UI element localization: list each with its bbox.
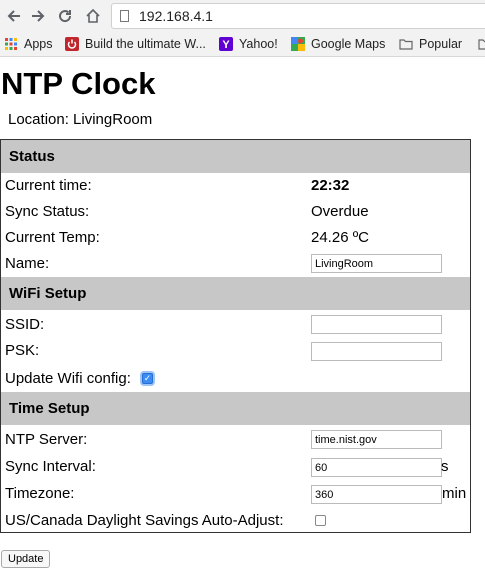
ssid-input[interactable]	[311, 315, 442, 334]
page-title: NTP Clock	[1, 66, 156, 101]
name-label: Name:	[5, 255, 50, 272]
wifi-setup-header: WiFi Setup	[1, 277, 470, 310]
bookmark-label: Yahoo!	[239, 37, 278, 51]
bookmark-label: Popular	[419, 37, 463, 51]
timezone-input[interactable]	[311, 485, 442, 504]
home-icon[interactable]	[83, 6, 103, 26]
reload-icon[interactable]	[55, 6, 75, 26]
bookmark-apps[interactable]: Apps	[4, 36, 53, 52]
bookmark-yahoo[interactable]: Y Yahoo!	[219, 36, 278, 52]
sync-status-label: Sync Status:	[5, 203, 90, 220]
apps-grid-icon	[5, 38, 17, 50]
bookmark-label: Build the ultimate W...	[85, 37, 206, 51]
section-title: WiFi Setup	[9, 285, 87, 302]
settings-panel: Status Current time: 22:32 Sync Status: …	[0, 139, 471, 533]
svg-text:Y: Y	[222, 39, 230, 51]
current-temp-value: 24.26 ºC	[311, 229, 370, 246]
current-time-value: 22:32	[311, 177, 350, 194]
bookmark-label: Apps	[24, 37, 53, 51]
bookmark-google-maps[interactable]: Google Maps	[291, 36, 385, 52]
sync-interval-unit: s	[441, 458, 449, 475]
sync-interval-label: Sync Interval:	[5, 458, 96, 475]
page-icon	[120, 10, 129, 22]
psk-label: PSK:	[5, 342, 40, 359]
folder-icon	[478, 39, 485, 50]
section-title: Time Setup	[9, 400, 90, 417]
bookmark-folder-overflow[interactable]	[478, 36, 485, 52]
time-setup-header: Time Setup	[1, 392, 470, 425]
update-button[interactable]: Update	[1, 550, 51, 568]
power-icon	[65, 37, 79, 51]
browser-toolbar: 192.168.4.1	[0, 0, 485, 32]
address-bar[interactable]: 192.168.4.1	[111, 3, 485, 29]
section-title: Status	[9, 148, 55, 165]
ssid-label: SSID:	[5, 316, 45, 333]
update-wifi-label: Update Wifi config:	[5, 370, 131, 387]
bookmarks-bar: Apps Build the ultimate W... Y Yahoo! Go…	[0, 32, 485, 57]
back-arrow-icon[interactable]	[4, 6, 24, 26]
ntp-server-input[interactable]	[311, 430, 442, 449]
dst-checkbox[interactable]	[315, 515, 326, 526]
current-time-label: Current time:	[5, 177, 92, 194]
dst-label: US/Canada Daylight Savings Auto-Adjust:	[5, 512, 284, 529]
bookmark-folder-popular[interactable]: Popular	[399, 36, 462, 52]
yahoo-icon: Y	[219, 37, 233, 51]
sync-interval-input[interactable]	[311, 458, 442, 477]
location-text: Location: LivingRoom	[8, 111, 153, 128]
maps-icon	[291, 37, 305, 51]
forward-arrow-icon[interactable]	[28, 6, 48, 26]
timezone-label: Timezone:	[5, 485, 75, 502]
bookmark-label: Google Maps	[311, 37, 386, 51]
psk-input[interactable]	[311, 342, 442, 361]
update-wifi-checkbox[interactable]: ✓	[142, 373, 153, 384]
sync-status-value: Overdue	[311, 203, 369, 220]
folder-icon	[399, 39, 413, 50]
ntp-server-label: NTP Server:	[5, 431, 88, 448]
name-input[interactable]	[311, 254, 442, 273]
url-text: 192.168.4.1	[139, 8, 213, 24]
current-temp-label: Current Temp:	[5, 229, 100, 246]
status-header: Status	[1, 140, 470, 173]
timezone-unit: min	[442, 485, 467, 502]
bookmark-build[interactable]: Build the ultimate W...	[65, 36, 206, 52]
